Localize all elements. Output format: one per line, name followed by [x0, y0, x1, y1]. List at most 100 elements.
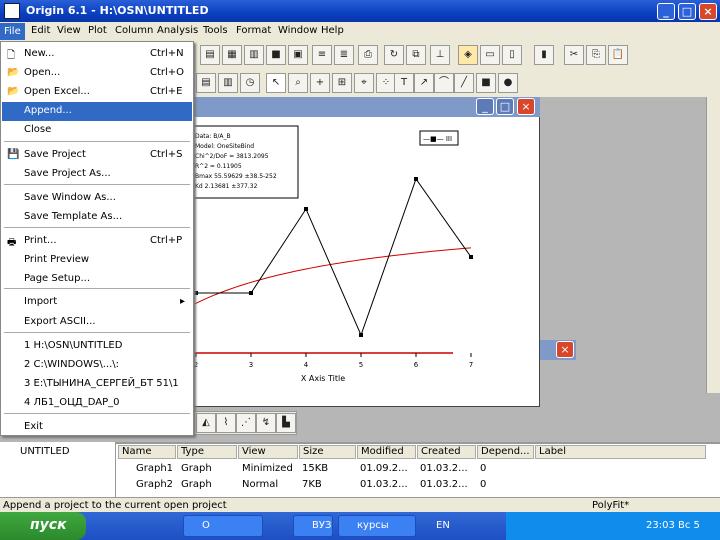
col-size[interactable]: Size: [299, 445, 356, 459]
file-menu-item-13[interactable]: Export ASCII...: [2, 313, 192, 332]
file-menu-item-12[interactable]: Import ▸: [2, 293, 192, 312]
file-menu-item-15[interactable]: 2 C:\WINDOWS\...\:: [2, 356, 192, 375]
col-type[interactable]: Type: [177, 445, 237, 459]
column-plot-icon[interactable]: ▙: [276, 413, 296, 433]
zoom-icon[interactable]: ⌕: [288, 73, 308, 93]
arrow-tool-icon[interactable]: ↗: [414, 73, 434, 93]
file-menu-item-4[interactable]: Close: [2, 121, 192, 140]
paste-icon[interactable]: 📋: [608, 45, 628, 65]
file-menu-item-7[interactable]: Save Window As...: [2, 189, 192, 208]
menu-analysis[interactable]: Analysis: [157, 25, 198, 36]
file-menu-item-8[interactable]: Save Template As...: [2, 208, 192, 227]
file-menu-label: Page Setup...: [24, 273, 91, 284]
print-icon[interactable]: ⎙: [358, 45, 378, 65]
minimize-button[interactable]: _: [657, 3, 675, 20]
start-button[interactable]: пуск: [0, 512, 86, 540]
graph-close-button[interactable]: ×: [517, 98, 535, 115]
menu-window[interactable]: Window: [278, 25, 317, 36]
save-template-icon[interactable]: ▥: [244, 45, 264, 65]
pointer-icon[interactable]: ↖: [266, 73, 286, 93]
file-menu-item-0[interactable]: 🗋 New... Ctrl+N: [2, 45, 192, 64]
results-log-icon[interactable]: ◈: [458, 45, 478, 65]
col-dependents[interactable]: Depend...: [477, 445, 534, 459]
file-menu-item-9[interactable]: 🖶 Print... Ctrl+P: [2, 232, 192, 251]
hierarchy-icon[interactable]: ⊥: [430, 45, 450, 65]
col-label[interactable]: Label: [535, 445, 706, 459]
file-menu-item-2[interactable]: 📂 Open Excel... Ctrl+E: [2, 83, 192, 102]
code-builder-icon[interactable]: ▯: [502, 45, 522, 65]
folder-untitled[interactable]: UNTITLED: [20, 446, 70, 457]
line-tool-icon[interactable]: ╱: [454, 73, 474, 93]
import-ascii-icon[interactable]: ≡: [312, 45, 332, 65]
save-icon[interactable]: ■: [266, 45, 286, 65]
save-project-icon[interactable]: ▣: [288, 45, 308, 65]
screen-reader-icon[interactable]: +: [310, 73, 330, 93]
data-selector-icon[interactable]: ⌖: [354, 73, 374, 93]
page-icon[interactable]: ▤: [196, 73, 216, 93]
close-button[interactable]: ×: [699, 3, 717, 20]
file-menu-item-11[interactable]: Page Setup...: [2, 270, 192, 289]
maximize-button[interactable]: □: [678, 3, 696, 20]
file-menu-item-16[interactable]: 3 E:\ТЫНИНА_СЕРГЕЙ_БТ 51\1: [2, 375, 192, 394]
scatter-plot-icon[interactable]: ⋰: [236, 413, 256, 433]
taskbar-item-origin[interactable]: O: [183, 515, 263, 537]
taskbar-item-kursy[interactable]: курсы: [338, 515, 416, 537]
import-single-icon[interactable]: ≣: [334, 45, 354, 65]
row2-name[interactable]: Graph2: [136, 479, 173, 490]
menu-view[interactable]: View: [57, 25, 81, 36]
file-menu-item-5[interactable]: 💾 Save Project Ctrl+S: [2, 146, 192, 165]
col-modified[interactable]: Modified: [357, 445, 416, 459]
layer-icon[interactable]: ▮: [534, 45, 554, 65]
new-graph-icon[interactable]: ▤: [200, 45, 220, 65]
cut-icon[interactable]: ✂: [564, 45, 584, 65]
line-symbol-icon[interactable]: ↯: [256, 413, 276, 433]
graph-minimize-button[interactable]: _: [476, 98, 494, 115]
file-menu-item-18[interactable]: Exit: [2, 418, 192, 437]
draw-data-icon[interactable]: ⁘: [376, 73, 396, 93]
vertical-scrollbar[interactable]: [706, 97, 720, 393]
menu-plot[interactable]: Plot: [88, 25, 107, 36]
fit-info-line: Model: OneSiteBind: [195, 143, 254, 150]
row1-name[interactable]: Graph1: [136, 463, 173, 474]
data-reader-icon[interactable]: ⊞: [332, 73, 352, 93]
status-right: PolyFit*: [592, 500, 630, 511]
menu-edit[interactable]: Edit: [31, 25, 50, 36]
circle-tool-icon[interactable]: ●: [498, 73, 518, 93]
layer-add-icon[interactable]: ▥: [218, 73, 238, 93]
menu-tools[interactable]: Tools: [203, 25, 228, 36]
open-template-icon[interactable]: ▦: [222, 45, 242, 65]
area-plot-icon[interactable]: ◭: [196, 413, 216, 433]
x-tick-label: 7: [469, 361, 473, 369]
text-tool-icon[interactable]: T: [394, 73, 414, 93]
graph2-close-button[interactable]: ×: [556, 341, 574, 358]
menu-file[interactable]: File: [0, 23, 25, 40]
file-menu-item-3[interactable]: Append...: [2, 102, 192, 121]
refresh-icon[interactable]: ↻: [384, 45, 404, 65]
language-indicator[interactable]: EN: [436, 520, 450, 531]
file-menu-item-17[interactable]: 4 ЛБ1_ОЦД_DAP_0: [2, 394, 192, 413]
duplicate-icon[interactable]: ⧉: [406, 45, 426, 65]
file-menu-item-1[interactable]: 📂 Open... Ctrl+O: [2, 64, 192, 83]
col-view[interactable]: View: [238, 445, 298, 459]
timer-icon[interactable]: ◷: [240, 73, 260, 93]
col-created[interactable]: Created: [417, 445, 476, 459]
menu-column[interactable]: Column: [115, 25, 153, 36]
line-plot-icon[interactable]: ⌇: [216, 413, 236, 433]
file-menu-item-6[interactable]: Save Project As...: [2, 165, 192, 184]
curved-arrow-icon[interactable]: ⌒: [434, 73, 454, 93]
menu-format[interactable]: Format: [236, 25, 271, 36]
graph-maximize-button[interactable]: □: [496, 98, 514, 115]
col-name[interactable]: Name: [118, 445, 176, 459]
file-menu-label: Print...: [24, 235, 57, 246]
clock: 23:03 Вс 5: [646, 520, 700, 531]
rectangle-tool-icon[interactable]: ■: [476, 73, 496, 93]
file-menu-item-14[interactable]: 1 H:\OSN\UNTITLED: [2, 337, 192, 356]
file-menu: 🗋 New... Ctrl+N 📂 Open... Ctrl+O 📂 Open Excel..…: [0, 41, 194, 436]
copy-icon[interactable]: ⎘: [586, 45, 606, 65]
script-window-icon[interactable]: ▭: [480, 45, 500, 65]
file-menu-label: Close: [24, 124, 52, 135]
file-menu-item-10[interactable]: Print Preview: [2, 251, 192, 270]
menu-help[interactable]: Help: [321, 25, 344, 36]
x-tick-label: 5: [359, 361, 363, 369]
taskbar-item-vuz[interactable]: ВУЗ: [293, 515, 333, 537]
